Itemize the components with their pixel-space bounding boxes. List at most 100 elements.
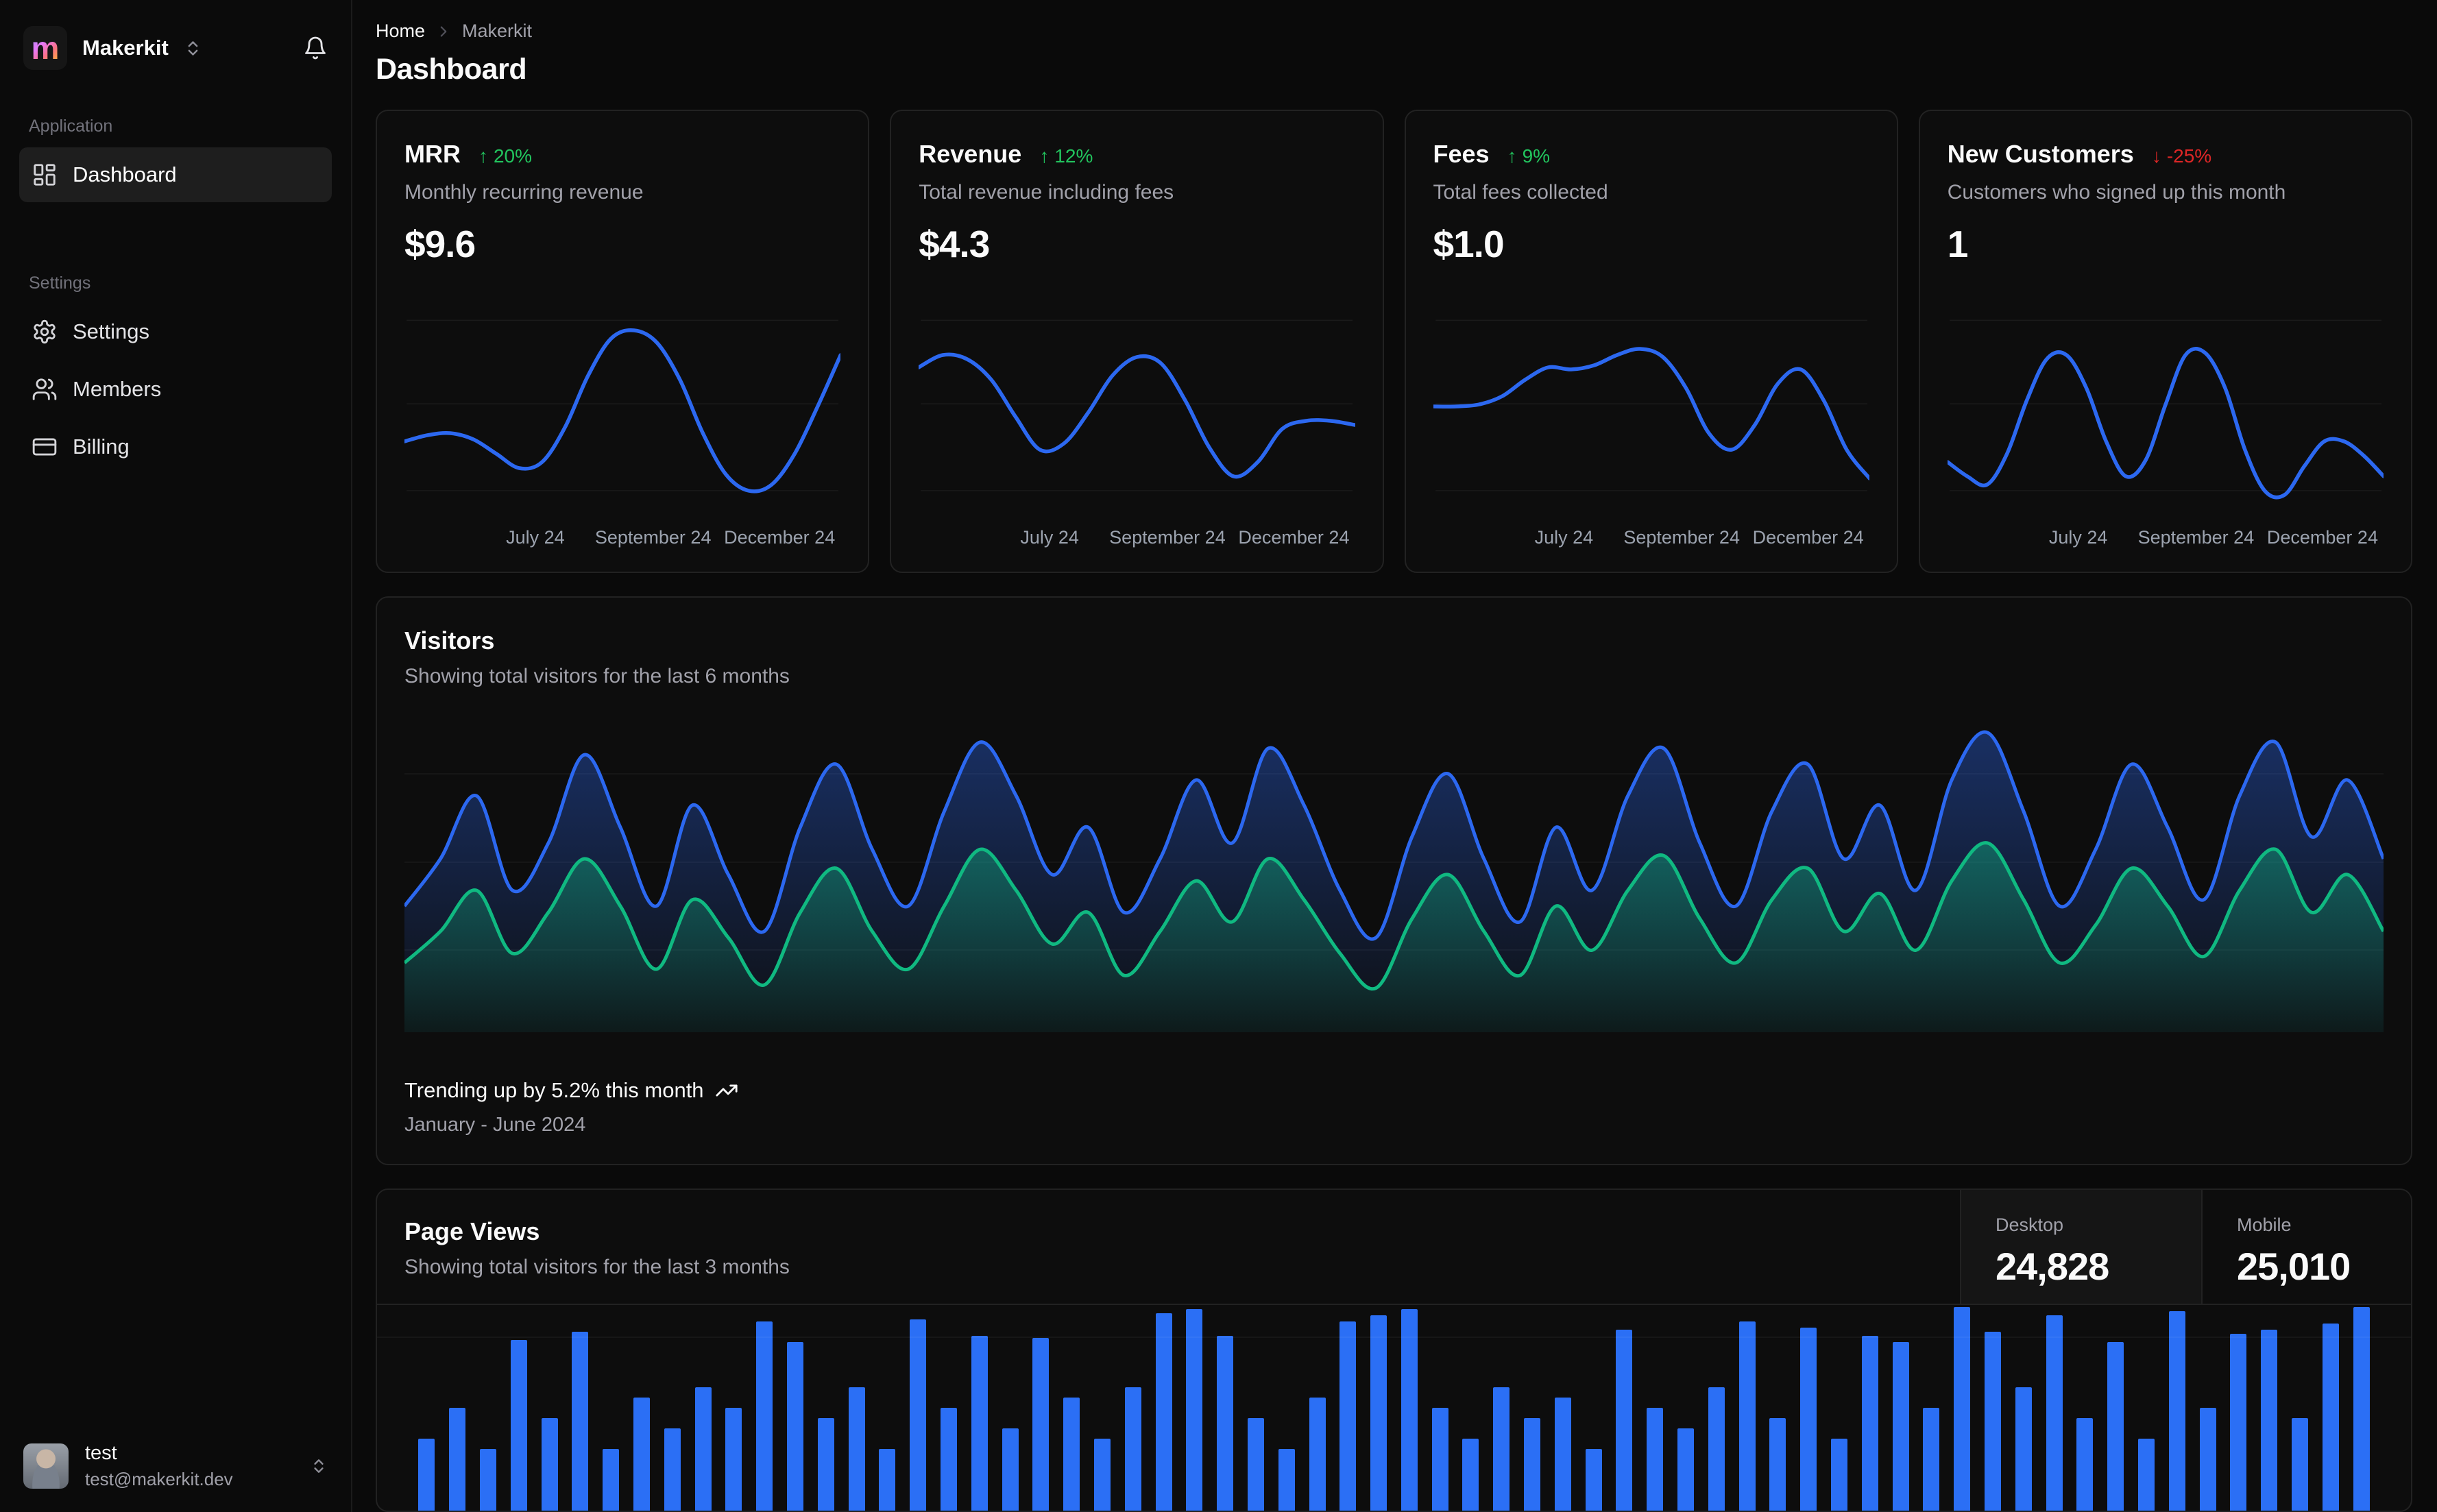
bar bbox=[1732, 1305, 1762, 1511]
bar bbox=[1333, 1305, 1363, 1511]
bar bbox=[596, 1305, 627, 1511]
breadcrumb-home[interactable]: Home bbox=[376, 21, 425, 42]
breadcrumb-current: Makerkit bbox=[462, 21, 533, 41]
visitors-area-chart bbox=[404, 717, 2384, 1032]
notifications-bell-icon[interactable] bbox=[303, 36, 328, 60]
bar bbox=[1026, 1305, 1056, 1511]
bar bbox=[1302, 1305, 1333, 1511]
tab-mobile[interactable]: Mobile 25,010 bbox=[2201, 1190, 2411, 1304]
change-badge: ↑ 9% bbox=[1507, 145, 1551, 167]
stat-subtitle: Total revenue including fees bbox=[919, 181, 1174, 204]
bar bbox=[1424, 1305, 1455, 1511]
stat-card-revenue: Revenue ↑ 12% Total revenue including fe… bbox=[890, 110, 1384, 573]
user-menu[interactable]: test test@makerkit.dev bbox=[19, 1438, 332, 1494]
bar bbox=[2039, 1305, 2070, 1511]
arrow-up-icon: ↑ bbox=[478, 145, 488, 167]
arrow-up-icon: ↑ bbox=[1039, 145, 1050, 167]
user-email: test@makerkit.dev bbox=[85, 1469, 233, 1489]
chevron-right-icon bbox=[435, 23, 452, 40]
bar bbox=[2161, 1305, 2192, 1511]
stat-card-mrr: MRR ↑ 20% Monthly recurring revenue $9.6… bbox=[376, 110, 870, 573]
bar bbox=[1978, 1305, 2009, 1511]
visitors-subtitle: Showing total visitors for the last 6 mo… bbox=[404, 665, 790, 687]
bar bbox=[2070, 1305, 2100, 1511]
x-tick: December 24 bbox=[1752, 527, 1864, 548]
sidebar-item-billing[interactable]: Billing bbox=[19, 419, 332, 474]
bar bbox=[688, 1305, 718, 1511]
sidebar-item-label: Billing bbox=[73, 435, 130, 459]
bar bbox=[627, 1305, 657, 1511]
sidebar-item-label: Members bbox=[73, 377, 162, 401]
bar bbox=[2131, 1305, 2162, 1511]
bar bbox=[1609, 1305, 1640, 1511]
bar bbox=[810, 1305, 841, 1511]
x-tick: September 24 bbox=[1623, 527, 1740, 548]
bar bbox=[2285, 1305, 2316, 1511]
bar bbox=[473, 1305, 504, 1511]
stat-subtitle: Customers who signed up this month bbox=[1947, 181, 2286, 204]
page-views-title: Page Views bbox=[404, 1217, 540, 1245]
bar bbox=[934, 1305, 965, 1511]
bar bbox=[2346, 1305, 2377, 1511]
chevrons-up-down-icon bbox=[310, 1457, 328, 1475]
main-content: Home Makerkit Dashboard MRR ↑ 20% Monthl… bbox=[352, 0, 2437, 1512]
bar bbox=[1486, 1305, 1517, 1511]
bar bbox=[1547, 1305, 1578, 1511]
logo-letter: m bbox=[31, 30, 60, 66]
page-title: Dashboard bbox=[376, 53, 527, 86]
bar bbox=[1517, 1305, 1548, 1511]
change-badge: ↑ 20% bbox=[478, 145, 533, 167]
bar bbox=[442, 1305, 473, 1511]
bar bbox=[1671, 1305, 1701, 1511]
bar bbox=[1148, 1305, 1179, 1511]
bar bbox=[2100, 1305, 2131, 1511]
tab-desktop[interactable]: Desktop 24,828 bbox=[1960, 1190, 2201, 1304]
date-range: January - June 2024 bbox=[404, 1114, 586, 1136]
bar bbox=[2254, 1305, 2285, 1511]
sidebar-item-label: Dashboard bbox=[73, 162, 177, 186]
stat-cards-row: MRR ↑ 20% Monthly recurring revenue $9.6… bbox=[376, 110, 2412, 573]
x-tick: December 24 bbox=[2266, 527, 2378, 548]
bar bbox=[2192, 1305, 2223, 1511]
bar bbox=[872, 1305, 903, 1511]
stat-card-new-customers: New Customers ↓ -25% Customers who signe… bbox=[1918, 110, 2412, 573]
bar bbox=[1640, 1305, 1671, 1511]
bar bbox=[503, 1305, 534, 1511]
bar bbox=[1885, 1305, 1916, 1511]
users-icon bbox=[32, 376, 58, 402]
change-badge: ↓ -25% bbox=[2151, 145, 2212, 167]
sidebar-item-members[interactable]: Members bbox=[19, 362, 332, 417]
gridline bbox=[377, 1337, 2411, 1338]
stat-value: $4.3 bbox=[919, 223, 990, 265]
sidebar-item-settings[interactable]: Settings bbox=[19, 304, 332, 359]
page-views-card: Page Views Showing total visitors for th… bbox=[376, 1188, 2412, 1512]
sidebar: m Makerkit Application Dashboard Setting… bbox=[0, 0, 352, 1512]
bar bbox=[565, 1305, 596, 1511]
bar bbox=[534, 1305, 565, 1511]
x-tick: September 24 bbox=[594, 527, 712, 548]
bar bbox=[2315, 1305, 2346, 1511]
stat-value: 24,828 bbox=[1996, 1245, 2109, 1288]
visitors-card: Visitors Showing total visitors for the … bbox=[376, 596, 2412, 1165]
bar bbox=[2223, 1305, 2254, 1511]
bar bbox=[903, 1305, 934, 1511]
user-name: test bbox=[85, 1442, 117, 1464]
stat-title: MRR bbox=[404, 140, 461, 168]
gear-icon bbox=[32, 319, 58, 345]
stat-value: $1.0 bbox=[1433, 223, 1505, 265]
x-tick: July 24 bbox=[1534, 527, 1594, 548]
team-switcher[interactable]: m Makerkit bbox=[23, 26, 202, 70]
bar bbox=[780, 1305, 811, 1511]
bar bbox=[1394, 1305, 1425, 1511]
stat-subtitle: Total fees collected bbox=[1433, 181, 1608, 204]
sidebar-item-dashboard[interactable]: Dashboard bbox=[19, 147, 332, 202]
makerkit-logo: m bbox=[23, 26, 67, 70]
page-views-bar-chart bbox=[377, 1305, 2411, 1511]
x-tick: September 24 bbox=[2137, 527, 2255, 548]
sparkline-chart: July 24 September 24 December 24 bbox=[1948, 314, 2384, 551]
arrow-up-icon: ↑ bbox=[1507, 145, 1517, 167]
bar bbox=[1271, 1305, 1302, 1511]
x-tick: September 24 bbox=[1109, 527, 1226, 548]
bar bbox=[1947, 1305, 1978, 1511]
visitors-title: Visitors bbox=[404, 626, 495, 655]
